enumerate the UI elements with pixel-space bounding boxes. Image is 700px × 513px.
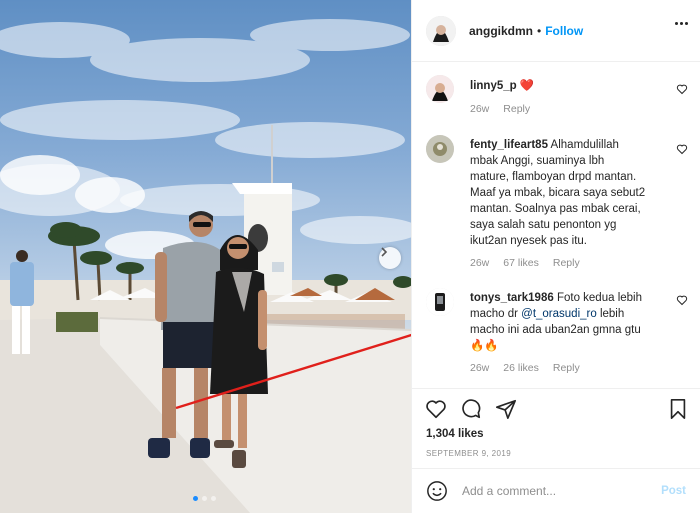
carousel-dot[interactable] — [193, 496, 198, 501]
follow-button[interactable]: Follow — [545, 24, 583, 38]
heart-icon[interactable] — [676, 294, 688, 306]
comment-line: mature, flamboyan drpd mantan. — [470, 171, 637, 183]
post-date: SEPTEMBER 9, 2019 — [426, 449, 512, 458]
comment-icon[interactable] — [460, 398, 482, 420]
commenter-avatar[interactable] — [426, 135, 454, 163]
comment-line: macho dr — [470, 308, 522, 320]
share-icon[interactable] — [495, 398, 517, 420]
owner-avatar[interactable] — [426, 15, 456, 46]
comment-item: tonys_tark1986 Foto kedua lebih macho dr… — [426, 288, 688, 380]
photo-scene — [0, 19, 411, 513]
reply-button[interactable]: Reply — [503, 103, 530, 115]
avatar-image — [426, 135, 454, 163]
post-header: anggikdmn • Follow — [412, 0, 700, 62]
comment-age: 26w — [470, 257, 490, 269]
commenter-avatar[interactable] — [426, 75, 454, 103]
next-slide-button[interactable] — [379, 247, 401, 269]
post-button[interactable]: Post — [661, 485, 686, 497]
comments-list[interactable]: linny5_p ❤️ 26w Reply fenty_lifeart85 Al… — [412, 63, 700, 388]
fire-emoji: 🔥🔥 — [470, 340, 499, 352]
avatar-image — [426, 15, 456, 46]
avatar-image — [426, 75, 454, 103]
bookmark-icon[interactable] — [667, 398, 689, 420]
comment-line: Foto kedua lebih — [556, 292, 642, 304]
comment-likes[interactable]: 26 likes — [503, 362, 539, 374]
comment-line: ikut2an nyesek pas itu. — [470, 235, 587, 247]
commenter-username[interactable]: linny5_p — [470, 80, 517, 92]
comment-line: macho ini ada uban2an gmna gtu — [470, 324, 641, 336]
comment-input[interactable] — [462, 484, 652, 498]
comment-age: 26w — [470, 103, 490, 115]
comment-line: lebih — [596, 308, 625, 320]
comment-meta: 26w Reply — [470, 103, 530, 115]
likes-count[interactable]: 1,304 likes — [426, 428, 484, 440]
chevron-right-icon — [381, 247, 388, 257]
carousel-dot[interactable] — [202, 496, 207, 501]
comment-text: tonys_tark1986 Foto kedua lebih macho dr… — [470, 290, 666, 354]
comment-age: 26w — [470, 362, 490, 374]
reply-button[interactable]: Reply — [553, 257, 580, 269]
carousel-indicator — [193, 496, 216, 501]
commenter-avatar[interactable] — [426, 288, 454, 316]
comment-item: fenty_lifeart85 Alhamdulillah mbak Anggi… — [426, 135, 688, 275]
comment-line: saya salah satu penonton yg — [470, 219, 617, 231]
comment-text: fenty_lifeart85 Alhamdulillah mbak Anggi… — [470, 137, 666, 249]
commenter-username[interactable]: tonys_tark1986 — [470, 292, 554, 304]
more-options-icon[interactable] — [675, 22, 688, 25]
heart-emoji: ❤️ — [519, 80, 535, 92]
post-detail-panel: anggikdmn • Follow linny5_p ❤️ 26w Reply — [411, 0, 700, 513]
comment-line: mbak Anggi, suaminya lbh — [470, 155, 605, 167]
comment-line: mantan. Soalnya pas mbak cerai, — [470, 203, 641, 215]
heart-icon[interactable] — [425, 398, 447, 420]
comment-item: linny5_p ❤️ 26w Reply — [426, 75, 688, 119]
heart-icon[interactable] — [676, 83, 688, 95]
mention-link[interactable]: @t_orasudi_ro — [521, 308, 597, 320]
reply-button[interactable]: Reply — [553, 362, 580, 374]
comment-text: linny5_p ❤️ — [470, 78, 666, 94]
post-actions: 1,304 likes SEPTEMBER 9, 2019 — [412, 388, 700, 468]
comment-line: Maaf ya mbak, bicara saya sebut2 — [470, 187, 646, 199]
separator-dot: • — [537, 23, 542, 38]
comment-composer: Post — [412, 468, 700, 513]
comment-likes[interactable]: 67 likes — [503, 257, 539, 269]
carousel-dot[interactable] — [211, 496, 216, 501]
avatar-image — [426, 288, 454, 316]
comment-meta: 26w 67 likes Reply — [470, 257, 580, 269]
post-photo[interactable] — [0, 0, 411, 513]
comment-line: Alhamdulillah — [550, 139, 619, 151]
emoji-icon[interactable] — [426, 480, 448, 502]
owner-username[interactable]: anggikdmn — [469, 24, 533, 38]
commenter-username[interactable]: fenty_lifeart85 — [470, 139, 548, 151]
comment-meta: 26w 26 likes Reply — [470, 362, 580, 374]
heart-icon[interactable] — [676, 143, 688, 155]
